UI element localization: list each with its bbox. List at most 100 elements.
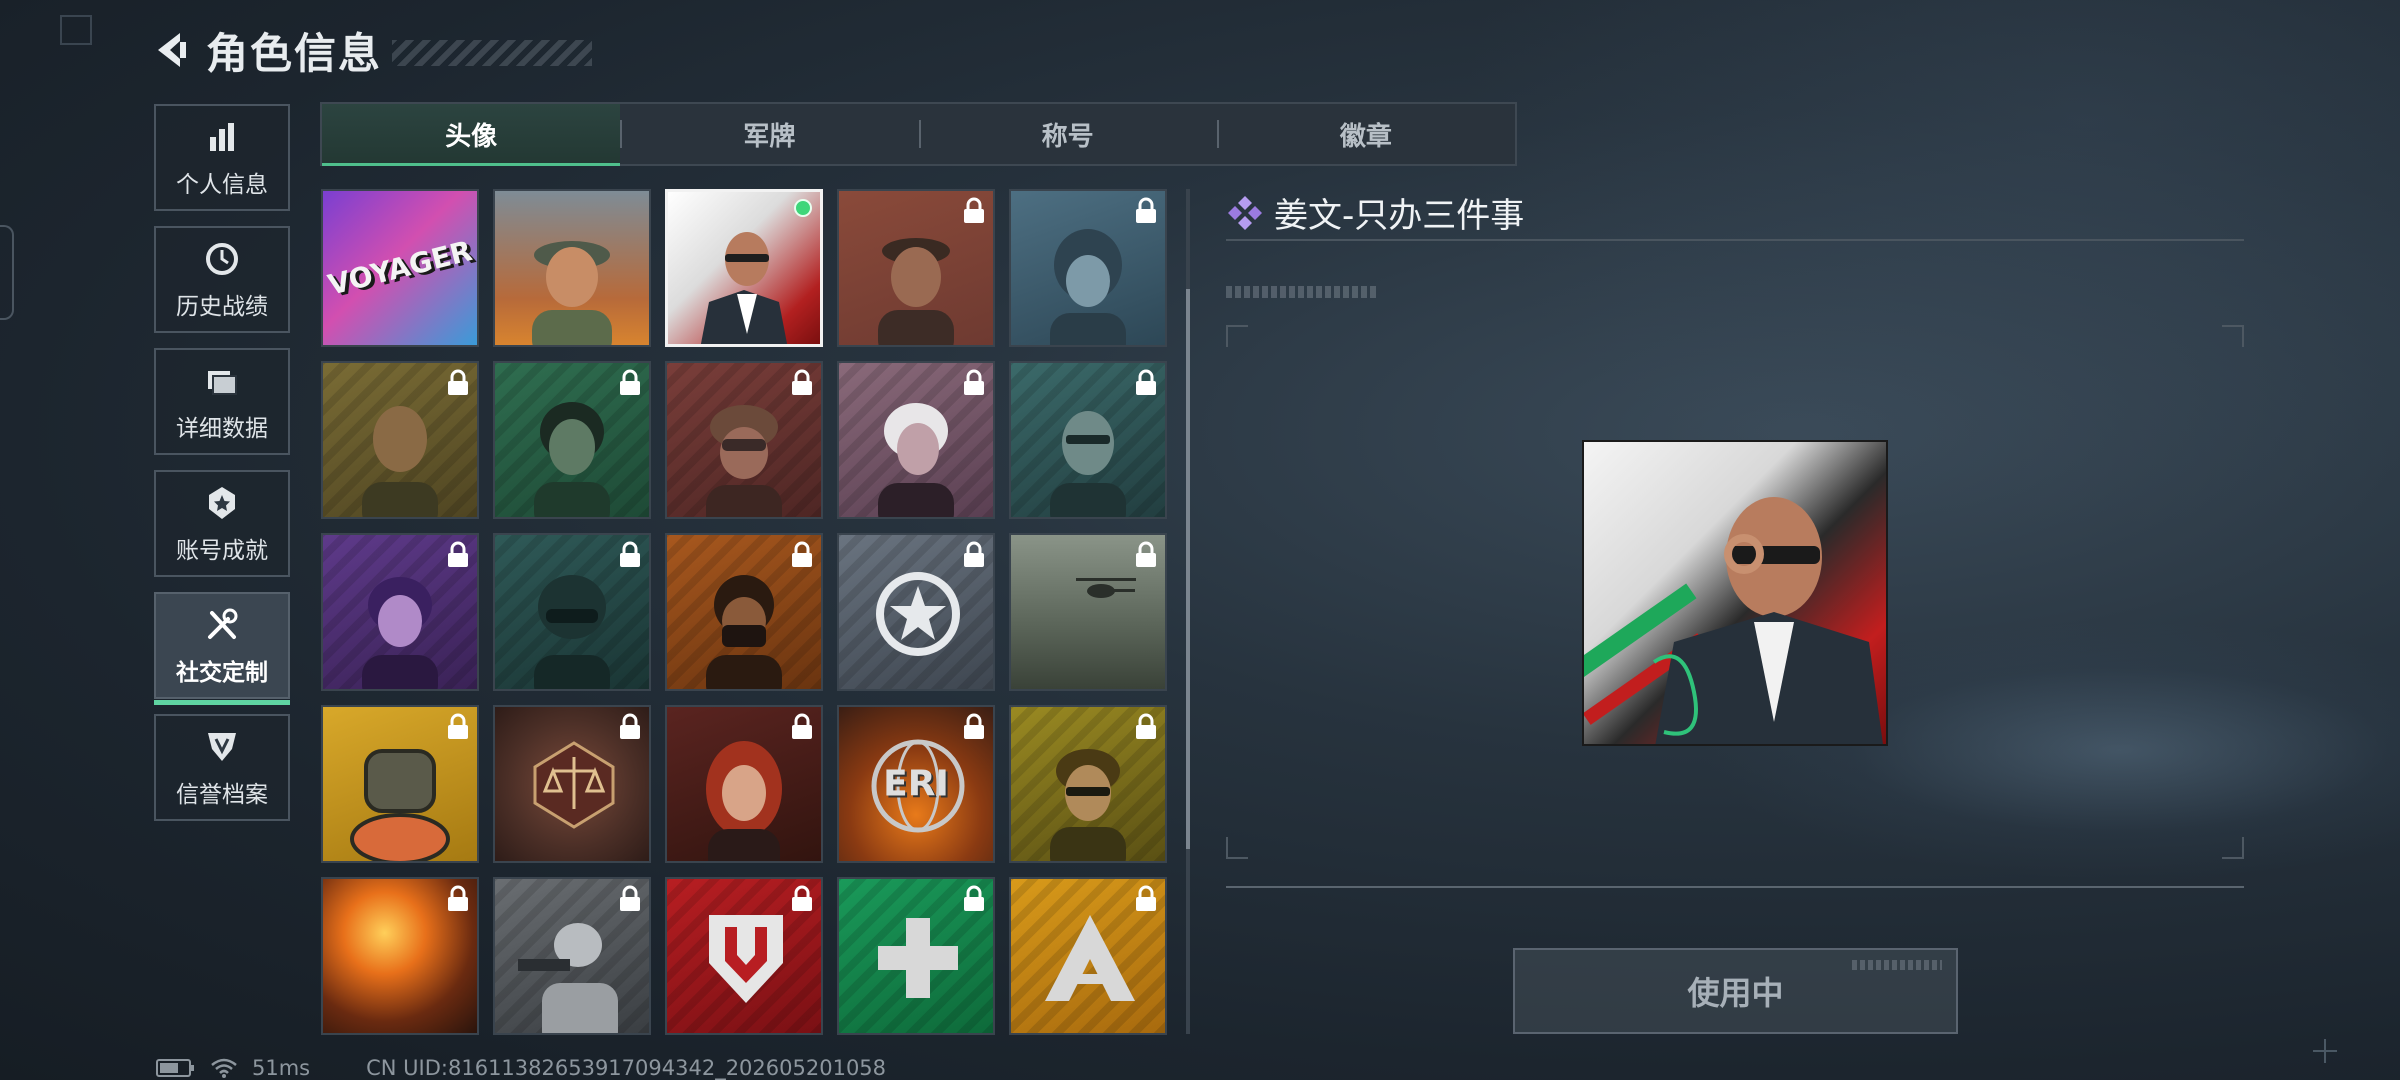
- detail-header: 姜文-只办三件事: [1226, 188, 1524, 237]
- nav-label: 账号成就: [176, 537, 268, 564]
- nav-item-detail-data[interactable]: 详细数据: [154, 348, 290, 455]
- nav-item-personal-info[interactable]: 个人信息: [154, 104, 290, 211]
- nav-item-reputation[interactable]: 信誉档案: [154, 714, 290, 821]
- detail-decoration: [1226, 286, 1378, 298]
- portrait-figure: [532, 241, 612, 345]
- diamond-cluster-icon: [1228, 195, 1262, 230]
- lock-icon: [792, 369, 812, 395]
- portrait-figure: [878, 238, 954, 345]
- avatar-operator-cap-headset[interactable]: [837, 189, 995, 347]
- helicopter-icon: [1076, 578, 1136, 598]
- avatar-gunner-sketch[interactable]: [493, 877, 651, 1035]
- lock-icon: [448, 713, 468, 739]
- avatar-soldier-cap[interactable]: [493, 189, 651, 347]
- shield-logo-icon: [709, 915, 783, 1003]
- tab-bar: 头像 军牌 称号 徽章: [320, 102, 1517, 166]
- avatar-red-shield-logo[interactable]: [665, 877, 823, 1035]
- avatar-curly-glasses[interactable]: [1009, 705, 1167, 863]
- lock-icon: [1136, 885, 1156, 911]
- frame-corner: [1226, 837, 1248, 859]
- status-bar: 51ms CN UID:81611382653917094342_2026052…: [156, 1056, 886, 1080]
- nav-label: 详细数据: [176, 415, 268, 442]
- back-arrow-icon[interactable]: [150, 28, 194, 72]
- tab-avatar[interactable]: 头像: [322, 104, 621, 166]
- edge-pull-tab[interactable]: [0, 225, 14, 320]
- lock-icon: [964, 885, 984, 911]
- scrollbar-thumb[interactable]: [1186, 289, 1190, 849]
- lock-icon: [792, 541, 812, 567]
- portrait-figure: [362, 406, 438, 517]
- history-clock-icon: [206, 242, 238, 275]
- tab-badge[interactable]: 徽章: [1216, 104, 1515, 164]
- avatar-eri-globe[interactable]: ERI: [837, 705, 995, 863]
- portrait-figure: [1050, 411, 1126, 517]
- nav-label: 社交定制: [176, 659, 268, 686]
- avatar-star-emblem[interactable]: [837, 533, 995, 691]
- nav-item-social-custom[interactable]: 社交定制: [154, 592, 290, 705]
- avatar-scales-emblem[interactable]: [493, 705, 651, 863]
- lock-icon: [964, 541, 984, 567]
- user-uid: CN UID:81611382653917094342_202605201058: [366, 1056, 887, 1080]
- avatar-voyager[interactable]: VOYAGER: [321, 189, 479, 347]
- detail-divider: [1226, 239, 2244, 241]
- button-decoration: [1852, 960, 1942, 970]
- reputation-shield-icon: [208, 732, 236, 761]
- lock-icon: [448, 369, 468, 395]
- in-use-label: 使用中: [1687, 974, 1784, 1012]
- avatar-green-cross[interactable]: [837, 877, 995, 1035]
- achievement-badge-icon: [209, 486, 235, 519]
- scales-icon: [533, 741, 615, 829]
- avatar-masked-helmet[interactable]: [493, 533, 651, 691]
- tab-dogtag[interactable]: 军牌: [620, 104, 918, 164]
- avatar-glasses-beard[interactable]: [1009, 361, 1167, 519]
- portrait-figure: [1652, 497, 1883, 744]
- lock-icon: [1136, 197, 1156, 223]
- frame-corner: [1226, 325, 1248, 347]
- avatar-jiang-wen[interactable]: [665, 189, 823, 347]
- avatar-red-hair[interactable]: [665, 705, 823, 863]
- window-corner-marker: [60, 15, 92, 45]
- portrait-figure: [700, 232, 788, 344]
- lock-icon: [792, 885, 812, 911]
- avatar-helmet-goggles[interactable]: [665, 361, 823, 519]
- lock-icon: [1136, 369, 1156, 395]
- lock-icon: [620, 541, 640, 567]
- avatar-white-hair[interactable]: [837, 361, 995, 519]
- avatar-pilot-helmet[interactable]: [1009, 189, 1167, 347]
- avatar-name: 姜文-只办三件事: [1274, 196, 1525, 236]
- avatar-eri-text: ERI: [883, 763, 949, 805]
- avatar-yellow-logo[interactable]: [1009, 877, 1167, 1035]
- nav-item-history[interactable]: 历史战绩: [154, 226, 290, 333]
- header: 角色信息: [150, 20, 593, 80]
- avatar-grid: VOYAGER ERI: [321, 189, 1171, 1035]
- lock-icon: [964, 369, 984, 395]
- detail-bottom-divider: [1226, 886, 2244, 888]
- battery-icon: [156, 1059, 194, 1077]
- lock-icon: [1136, 713, 1156, 739]
- avatar-purple-girl[interactable]: [321, 533, 479, 691]
- portrait-figure: [534, 402, 610, 517]
- avatar-robot-ramen[interactable]: [321, 705, 479, 863]
- lock-icon: [620, 885, 640, 911]
- avatar-face-mask[interactable]: [665, 533, 823, 691]
- star-emblem-icon: [876, 572, 960, 656]
- lock-icon: [448, 541, 468, 567]
- nav-label: 信誉档案: [176, 781, 268, 808]
- tools-icon: [208, 608, 238, 639]
- avatar-grid-scrollbar[interactable]: [1186, 189, 1190, 1034]
- avatar-long-hair-headset[interactable]: [493, 361, 651, 519]
- portrait-figure: [350, 749, 450, 861]
- in-use-button[interactable]: 使用中: [1513, 948, 1958, 1034]
- avatar-preview: [1582, 440, 1888, 746]
- avatar-bald-headset[interactable]: [321, 361, 479, 519]
- nav-item-achievements[interactable]: 账号成就: [154, 470, 290, 577]
- network-latency: 51ms: [252, 1056, 311, 1080]
- page-title: 角色信息: [206, 28, 383, 78]
- plus-marker-icon: [2313, 1039, 2337, 1063]
- avatar-explosion[interactable]: [321, 877, 479, 1035]
- side-nav: 个人信息 历史战绩 详细数据 账号成就 社交定制 信誉档案: [154, 104, 290, 836]
- lock-icon: [620, 713, 640, 739]
- lock-icon: [964, 197, 984, 223]
- avatar-battlefield-helicopter[interactable]: [1009, 533, 1167, 691]
- tab-title[interactable]: 称号: [918, 104, 1217, 164]
